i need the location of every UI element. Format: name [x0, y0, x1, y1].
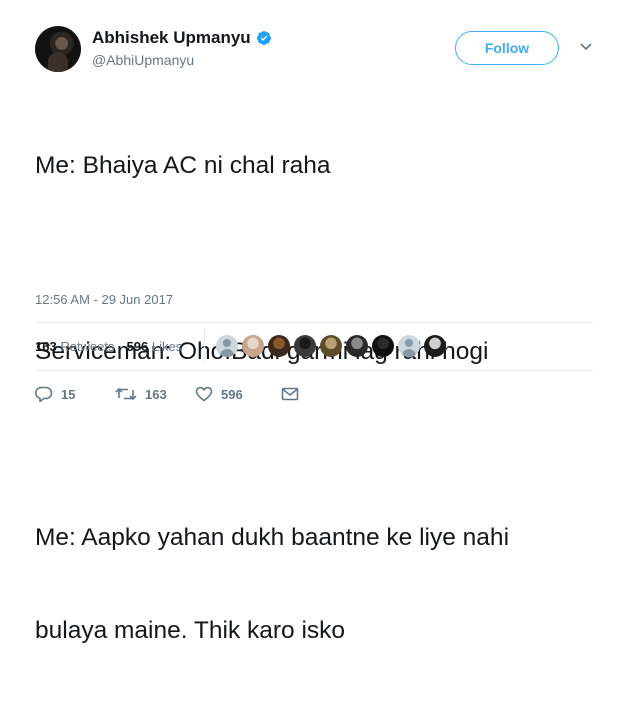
reply-count: 15: [61, 386, 76, 402]
tweet-card: Abhishek Upmanyu @AbhiUpmanyu Follow Me:…: [0, 0, 630, 644]
likes-stat[interactable]: 596 Likes: [127, 339, 183, 354]
direct-message-action[interactable]: [281, 387, 299, 401]
verified-badge-icon: [256, 31, 271, 45]
liker-avatar[interactable]: [294, 335, 316, 357]
tweet-line: ​: [35, 243, 605, 274]
liker-avatars: [216, 335, 446, 357]
author-display-name[interactable]: Abhishek Upmanyu: [92, 28, 251, 48]
tweet-stats: 163 Retweets 596 Likes: [35, 339, 182, 354]
reply-icon: [35, 386, 53, 402]
liker-avatar[interactable]: [346, 335, 368, 357]
tweet-line: bulaya maine. Thik karo isko: [35, 617, 346, 644]
divider: [35, 370, 593, 371]
liker-avatar[interactable]: [424, 335, 446, 357]
heart-icon: [195, 386, 213, 402]
likes-label: Likes: [151, 339, 183, 354]
liker-avatar[interactable]: [242, 335, 264, 357]
reply-action[interactable]: 15: [35, 386, 115, 402]
author-name-row: Abhishek Upmanyu: [92, 28, 272, 48]
liker-avatar[interactable]: [268, 335, 290, 357]
retweets-count: 163: [35, 339, 57, 354]
like-action[interactable]: 596: [195, 386, 281, 402]
chevron-down-icon[interactable]: [578, 41, 594, 53]
retweets-stat[interactable]: 163 Retweets: [35, 339, 115, 354]
tweet-timestamp[interactable]: 12:56 AM - 29 Jun 2017: [35, 292, 173, 307]
tweet-line: ​: [35, 429, 605, 460]
liker-avatar[interactable]: [398, 335, 420, 357]
tweet-line: Me: Bhaiya AC ni chal raha: [35, 152, 331, 179]
divider: [35, 322, 593, 323]
tweet-line: Me: Aapko yahan dukh baantne ke liye nah…: [35, 524, 510, 551]
likes-count: 596: [126, 339, 149, 354]
retweet-icon: [115, 387, 137, 401]
envelope-icon: [281, 387, 299, 401]
liker-avatar[interactable]: [320, 335, 342, 357]
retweets-label: Retweets: [60, 339, 115, 354]
retweet-count: 163: [145, 386, 167, 402]
retweet-action[interactable]: 163: [115, 386, 195, 402]
like-count: 596: [221, 386, 243, 402]
follow-button[interactable]: Follow: [455, 31, 559, 65]
liker-avatar[interactable]: [216, 335, 238, 357]
author-avatar[interactable]: [35, 26, 81, 72]
stats-separator: [204, 329, 205, 363]
author-handle[interactable]: @AbhiUpmanyu: [92, 52, 194, 68]
tweet-actions: 15 163 596: [35, 386, 299, 402]
liker-avatar[interactable]: [372, 335, 394, 357]
